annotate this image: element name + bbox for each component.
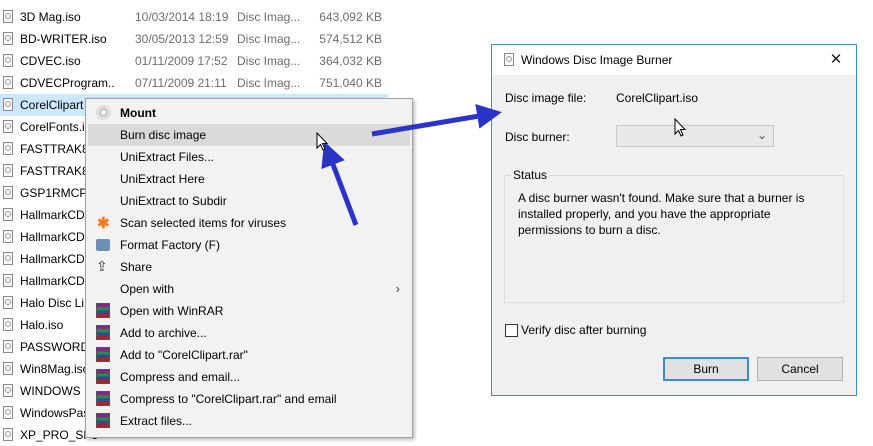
status-label: Status <box>511 168 550 182</box>
context-menu-item-label: UniExtract to Subdir <box>120 194 227 208</box>
file-type: Disc Imag... <box>237 10 301 24</box>
file-row[interactable]: CDVEC.iso 01/11/2009 17:52 Disc Imag... 364… <box>0 50 388 72</box>
file-type: Disc Imag... <box>237 54 301 68</box>
file-row[interactable]: CDVECProgram... 07/11/2009 21:11 Disc Imag… <box>0 72 388 94</box>
context-menu-item-label: Share <box>120 260 153 274</box>
disc-image-file-icon <box>3 76 13 89</box>
disc-image-file-icon <box>3 208 13 221</box>
file-name: CDVECProgram... <box>20 76 115 90</box>
file-date: 30/05/2013 12:59 <box>135 32 229 46</box>
context-menu-item[interactable]: Add to "CorelClipart.rar" <box>88 344 410 366</box>
file-row[interactable]: BD-WRITER.iso 30/05/2013 12:59 Disc Imag..… <box>0 28 388 50</box>
disc-image-file-icon <box>3 142 13 155</box>
context-menu-item[interactable]: ⇪ Share <box>88 256 410 278</box>
disc-icon <box>96 105 111 120</box>
disc-image-file-icon <box>3 252 13 265</box>
file-size: 364,032 KB <box>319 54 382 68</box>
context-menu-item[interactable]: Add to archive... <box>88 322 410 344</box>
status-text: A disc burner wasn't found. Make sure th… <box>518 191 805 237</box>
file-size: 574,512 KB <box>319 32 382 46</box>
disc-image-file-icon <box>3 186 13 199</box>
disc-image-file-icon <box>3 164 13 177</box>
context-menu-item[interactable]: Open with › <box>88 278 410 300</box>
context-menu-item-label: Format Factory (F) <box>120 238 221 252</box>
file-name: CDVEC.iso <box>20 54 81 68</box>
dialog-title: Windows Disc Image Burner <box>521 53 673 67</box>
cancel-button[interactable]: Cancel <box>757 357 843 381</box>
context-menu-item-label: Open with WinRAR <box>120 304 224 318</box>
context-menu: Mount Burn disc image UniExtract Files... U… <box>85 98 413 438</box>
file-type: Disc Imag... <box>237 32 301 46</box>
context-menu-item[interactable]: Mount <box>88 102 410 124</box>
context-menu-item-label: UniExtract Files... <box>120 150 215 164</box>
context-menu-item-label: Compress and email... <box>120 370 241 384</box>
file-date: 10/03/2014 18:19 <box>135 10 229 24</box>
chevron-right-icon: › <box>395 281 400 296</box>
winrar-icon <box>96 369 110 384</box>
file-name: BD-WRITER.iso <box>20 32 107 46</box>
context-menu-item-label: Add to archive... <box>120 326 207 340</box>
context-menu-item[interactable]: Compress to "CorelClipart.rar" and email <box>88 388 410 410</box>
winrar-icon <box>96 413 110 428</box>
context-menu-item[interactable]: UniExtract to Subdir <box>88 190 410 212</box>
context-menu-item[interactable]: Format Factory (F) <box>88 234 410 256</box>
disc-burner-select[interactable]: ⌄ <box>616 125 774 147</box>
disc-image-burner-dialog: Windows Disc Image Burner ✕ Disc image f… <box>491 44 857 396</box>
disc-image-file-icon <box>3 10 13 23</box>
disc-image-file-icon <box>3 428 13 441</box>
context-menu-item[interactable]: UniExtract Here <box>88 168 410 190</box>
context-menu-item-label: Burn disc image <box>120 128 207 142</box>
file-size: 751,040 KB <box>319 76 382 90</box>
context-menu-item-label: Mount <box>120 106 156 120</box>
disc-burner-label: Disc burner: <box>505 130 570 144</box>
file-type: Disc Imag... <box>237 76 301 90</box>
verify-checkbox[interactable] <box>505 324 518 337</box>
format-factory-icon <box>96 239 110 251</box>
disc-image-file-icon <box>3 406 13 419</box>
disc-image-file-value: CorelClipart.iso <box>616 91 699 105</box>
context-menu-item[interactable]: Open with WinRAR <box>88 300 410 322</box>
burn-button[interactable]: Burn <box>663 357 749 381</box>
context-menu-item[interactable]: UniExtract Files... <box>88 146 410 168</box>
context-menu-item-label: Open with <box>120 282 175 296</box>
file-row[interactable]: 3D Mag.iso 10/03/2014 18:19 Disc Imag... 64… <box>0 6 388 28</box>
context-menu-item[interactable]: Burn disc image <box>88 124 410 146</box>
disc-image-file-icon <box>3 340 13 353</box>
disc-image-file-icon <box>3 120 13 133</box>
close-icon[interactable]: ✕ <box>816 45 856 75</box>
file-date: 07/11/2009 21:11 <box>135 76 227 90</box>
file-size: 643,092 KB <box>319 10 382 24</box>
disc-image-file-icon <box>3 274 13 287</box>
context-menu-item-label: UniExtract Here <box>120 172 205 186</box>
chevron-down-icon: ⌄ <box>756 128 767 142</box>
avast-icon: ✱ <box>97 215 110 232</box>
status-group: Status A disc burner wasn't found. Make … <box>504 168 844 303</box>
disc-image-file-icon <box>3 98 13 111</box>
disc-image-file-icon <box>3 362 13 375</box>
winrar-icon <box>96 391 110 406</box>
context-menu-item-label: Extract files... <box>120 414 193 428</box>
winrar-icon <box>96 325 110 340</box>
winrar-icon <box>96 303 110 318</box>
disc-image-icon <box>504 53 514 66</box>
disc-image-file-icon <box>3 296 13 309</box>
context-menu-item[interactable]: Compress and email... <box>88 366 410 388</box>
disc-image-file-label: Disc image file: <box>505 91 587 105</box>
dialog-titlebar: Windows Disc Image Burner ✕ <box>492 45 856 75</box>
disc-image-file-icon <box>3 32 13 45</box>
winrar-icon <box>96 347 110 362</box>
file-date: 01/11/2009 17:52 <box>135 54 228 68</box>
disc-image-file-icon <box>3 384 13 397</box>
context-menu-item-label: Add to "CorelClipart.rar" <box>120 348 248 362</box>
context-menu-item[interactable]: ✱ Scan selected items for viruses <box>88 212 410 234</box>
context-menu-item-label: Compress to "CorelClipart.rar" and email <box>120 392 337 406</box>
context-menu-item-label: Scan selected items for viruses <box>120 216 287 230</box>
disc-image-file-icon <box>3 54 13 67</box>
disc-image-file-icon <box>3 318 13 331</box>
file-name: 3D Mag.iso <box>20 10 81 24</box>
disc-image-file-icon <box>3 230 13 243</box>
share-icon: ⇪ <box>96 258 108 274</box>
verify-label[interactable]: Verify disc after burning <box>521 323 646 337</box>
context-menu-item[interactable]: Extract files... <box>88 410 410 432</box>
